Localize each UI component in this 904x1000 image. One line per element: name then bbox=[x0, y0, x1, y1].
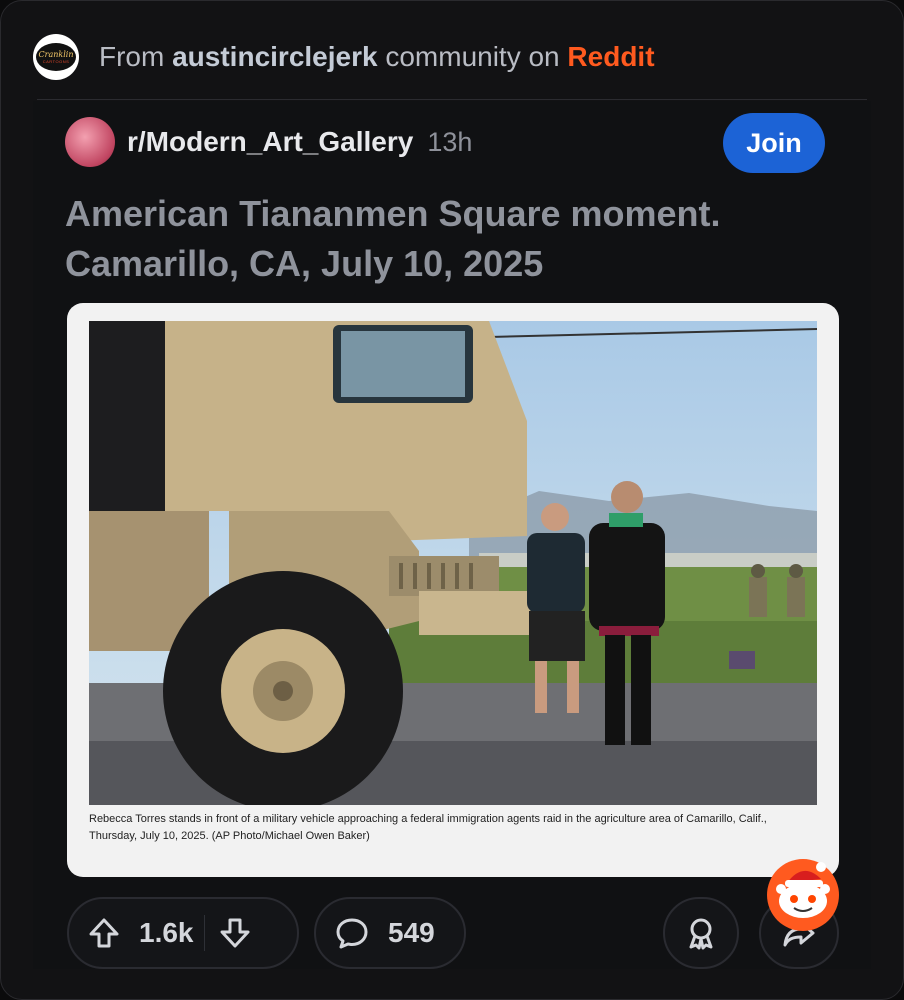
cranklin-logo: Cranklin CARTOONS bbox=[36, 43, 76, 71]
post-embed-frame: Cranklin CARTOONS From austincirclejerk … bbox=[0, 0, 904, 1000]
downvote-arrow-icon bbox=[220, 918, 249, 948]
post-title-line-2: Camarillo, CA, July 10, 2025 bbox=[65, 243, 544, 284]
post-image[interactable]: Rebecca Torres stands in front of a mili… bbox=[67, 303, 839, 877]
snoo-santa-icon bbox=[767, 859, 839, 931]
post-title-line-1: American Tiananmen Square moment. bbox=[65, 193, 721, 234]
upvote-button[interactable] bbox=[69, 916, 139, 950]
join-button[interactable]: Join bbox=[723, 113, 825, 173]
award-button[interactable] bbox=[663, 897, 739, 969]
source-header: Cranklin CARTOONS From austincirclejerk … bbox=[33, 31, 873, 83]
comment-count: 549 bbox=[388, 917, 435, 948]
community-link[interactable]: austincirclejerk bbox=[172, 41, 377, 72]
community-avatar[interactable]: Cranklin CARTOONS bbox=[33, 34, 79, 80]
award-ribbon-icon bbox=[689, 918, 713, 950]
vote-control: 1.6k bbox=[67, 897, 299, 969]
photo-illustration bbox=[89, 321, 817, 805]
upvote-arrow-icon bbox=[89, 918, 119, 948]
post-title[interactable]: American Tiananmen Square moment. Camari… bbox=[65, 189, 825, 289]
subreddit-avatar[interactable] bbox=[65, 117, 115, 167]
post-time: 13h bbox=[427, 126, 473, 157]
logo-subtext: CARTOONS bbox=[42, 59, 70, 64]
source-prefix: From bbox=[99, 41, 165, 72]
source-line: From austincirclejerk community on Reddi… bbox=[99, 41, 655, 73]
downvote-button[interactable] bbox=[215, 916, 255, 950]
subreddit-row: r/Modern_Art_Gallery 13h bbox=[65, 117, 472, 167]
comment-bubble-icon bbox=[336, 918, 368, 949]
subreddit-name[interactable]: r/Modern_Art_Gallery bbox=[127, 126, 413, 158]
source-middle: community on bbox=[385, 41, 560, 72]
header-divider bbox=[37, 99, 867, 100]
vote-divider bbox=[203, 915, 205, 951]
comment-icon-wrap bbox=[316, 915, 388, 951]
post-card: r/Modern_Art_Gallery 13h Join American T… bbox=[33, 101, 871, 969]
image-caption: Rebecca Torres stands in front of a mili… bbox=[89, 813, 767, 842]
comments-button[interactable]: 549 bbox=[314, 897, 466, 969]
news-photo bbox=[89, 321, 817, 805]
post-actions: 1.6k 549 bbox=[67, 897, 841, 969]
upvote-count: 1.6k bbox=[139, 917, 194, 948]
reddit-link[interactable]: Reddit bbox=[567, 41, 654, 72]
logo-text: Cranklin bbox=[38, 50, 74, 59]
